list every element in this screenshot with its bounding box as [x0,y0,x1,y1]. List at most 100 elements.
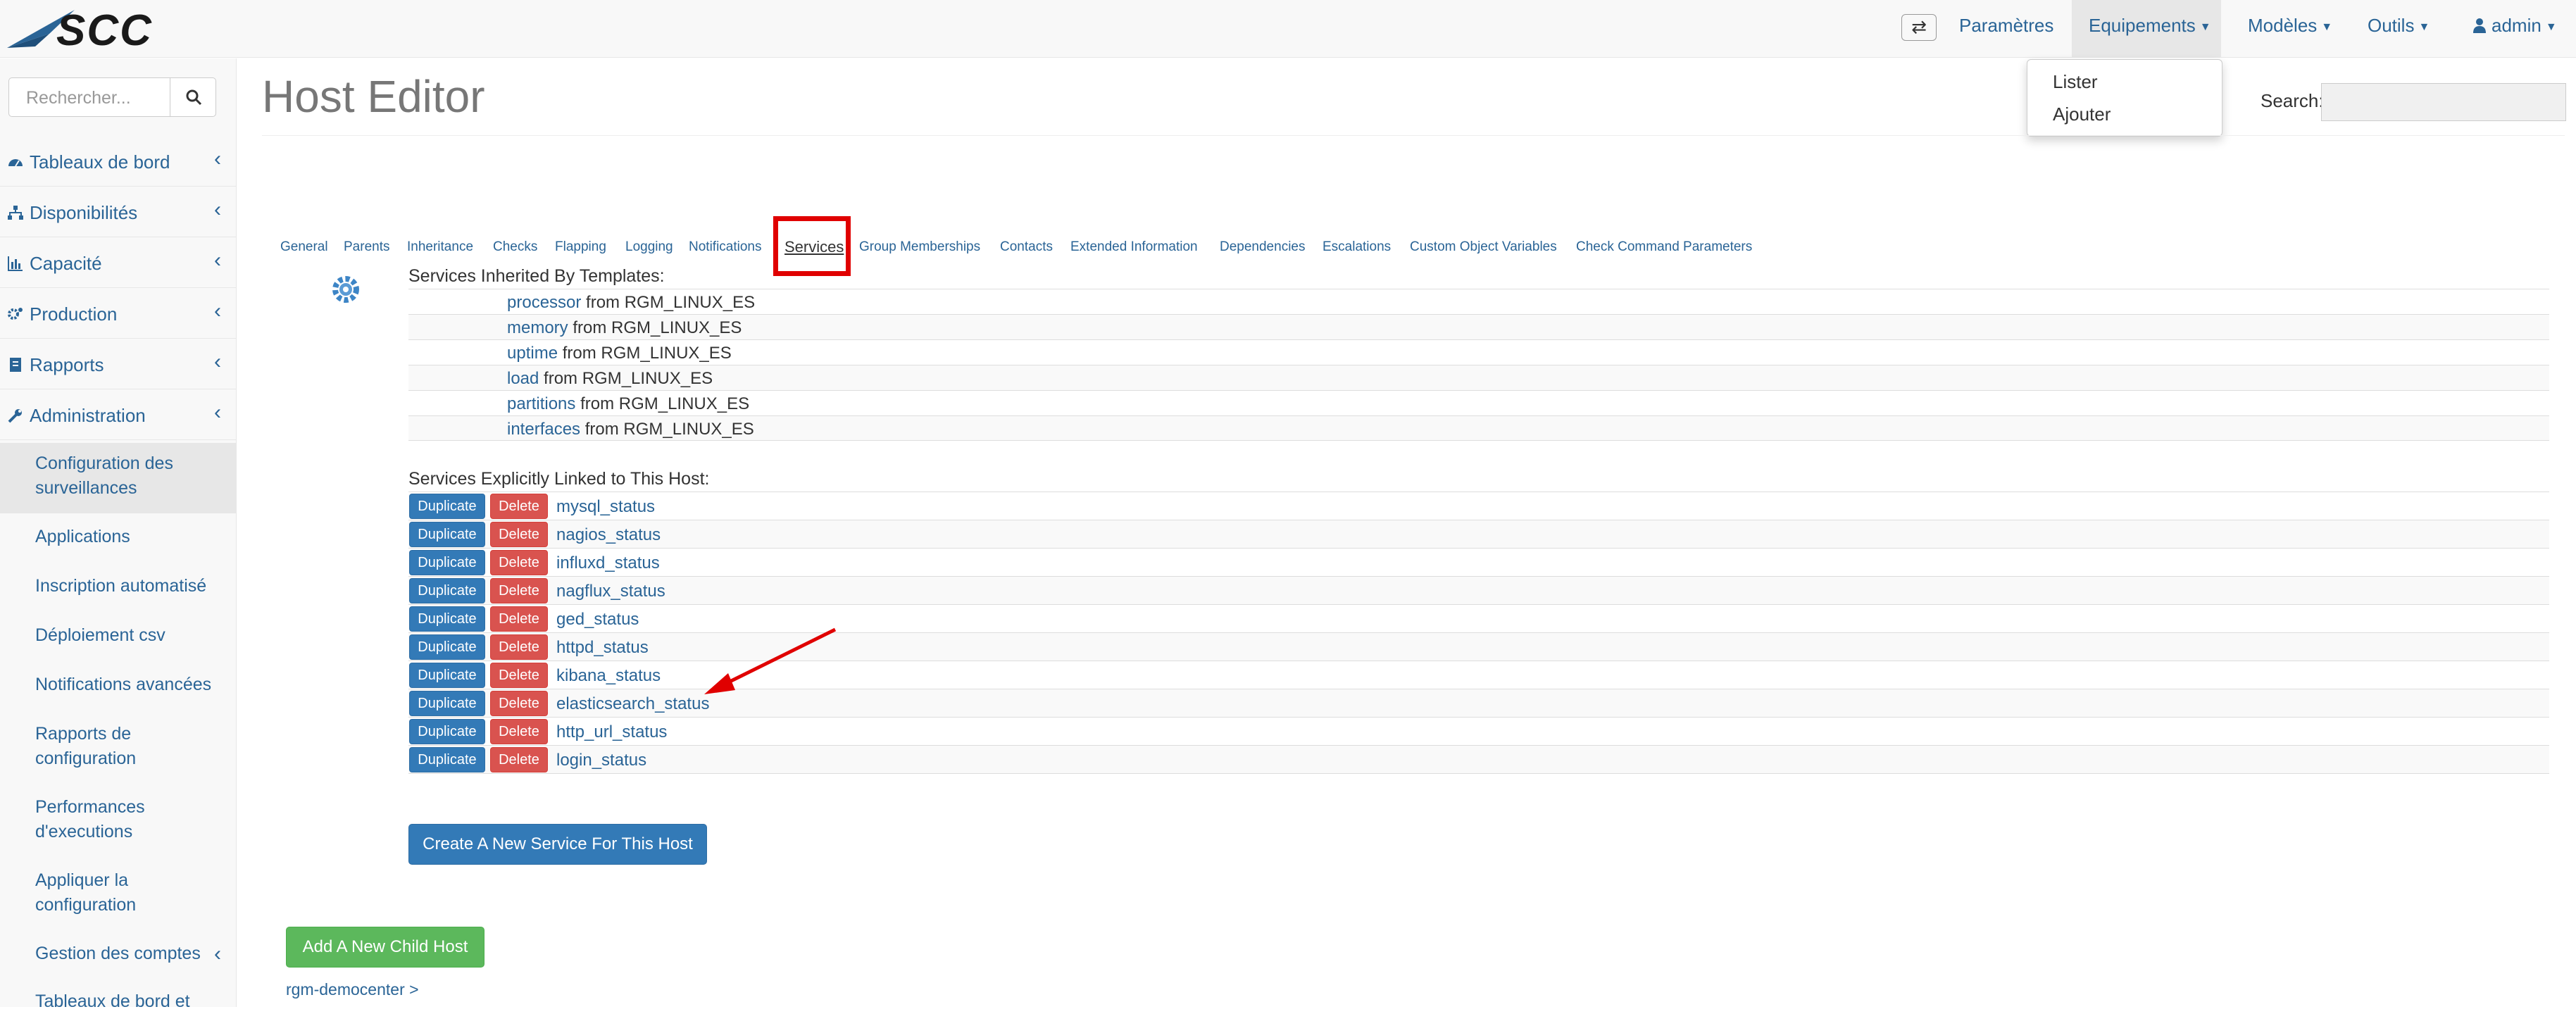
delete-button[interactable]: Delete [490,663,548,688]
delete-button[interactable]: Delete [490,494,548,519]
tab-notifications[interactable]: Notifications [689,239,762,255]
sidebar-subitem-tableaux-et[interactable]: Tableaux de bord et [0,989,237,1014]
sidebar-item-tableaux[interactable]: Tableaux de bord ‹ [0,137,237,187]
caret-down-icon: ▼ [2321,21,2333,33]
linked-service-row: Duplicate Delete nagios_status [408,520,2549,548]
tab-custom-object-variables[interactable]: Custom Object Variables [1410,239,1557,255]
sidebar-item-disponibilites[interactable]: Disponibilités ‹ [0,188,237,237]
linked-service-link[interactable]: nagios_status [556,525,661,545]
linked-service-row: Duplicate Delete influxd_status [408,548,2549,576]
create-service-button[interactable]: Create A New Service For This Host [408,824,707,865]
linked-service-link[interactable]: influxd_status [556,553,660,573]
linked-service-link[interactable]: httpd_status [556,638,649,658]
tab-extended-information[interactable]: Extended Information [1070,239,1198,255]
sidebar-subitem-label: Inscription automatisé [35,576,207,596]
duplicate-button[interactable]: Duplicate [409,719,485,744]
linked-service-row: Duplicate Delete nagflux_status [408,576,2549,604]
nav-admin[interactable]: admin ▼ [2456,0,2574,58]
duplicate-button[interactable]: Duplicate [409,550,485,575]
sidebar-item-capacite[interactable]: Capacité ‹ [0,239,237,288]
duplicate-button[interactable]: Duplicate [409,634,485,660]
delete-button[interactable]: Delete [490,550,548,575]
dropdown-item-lister[interactable]: Lister [2053,71,2098,93]
tab-checks[interactable]: Checks [493,239,537,255]
sidebar-item-rapports[interactable]: Rapports ‹ [0,340,237,389]
linked-service-link[interactable]: kibana_status [556,666,661,686]
linked-service-link[interactable]: login_status [556,751,646,770]
sidebar-subitem-performances[interactable]: Performances d'executions [0,795,197,844]
linked-service-link[interactable]: elasticsearch_status [556,694,709,714]
sidebar-subitem-appliquer[interactable]: Appliquer la configuration [0,868,197,918]
linked-service-link[interactable]: nagflux_status [556,582,665,601]
inherited-service-link[interactable]: memory [507,318,568,337]
duplicate-button[interactable]: Duplicate [409,606,485,632]
linked-service-link[interactable]: http_url_status [556,722,667,742]
sidebar-item-label: Administration [30,405,146,426]
tab-contacts[interactable]: Contacts [1000,239,1053,255]
inherited-service-link[interactable]: processor [507,293,581,312]
tab-logging[interactable]: Logging [625,239,673,255]
nav-modeles[interactable]: Modèles ▼ [2231,0,2349,58]
sidebar-subitem-inscription[interactable]: Inscription automatisé [0,574,237,599]
search-input[interactable] [2321,83,2566,121]
delete-button[interactable]: Delete [490,522,548,547]
tab-group-memberships[interactable]: Group Memberships [859,239,980,255]
tab-dependencies[interactable]: Dependencies [1220,239,1305,255]
duplicate-button[interactable]: Duplicate [409,522,485,547]
title-divider [262,135,2565,136]
inherited-service-link[interactable]: uptime [507,344,558,363]
sidebar-subitem-label: Gestion des comptes [35,944,201,963]
add-child-host-button[interactable]: Add A New Child Host [286,927,484,968]
sidebar-subitem-deploiement[interactable]: Déploiement csv [0,623,237,648]
inherited-service-link[interactable]: load [507,369,539,388]
template-name: RGM_LINUX_ES [624,293,756,312]
delete-button[interactable]: Delete [490,578,548,603]
inherited-service-link[interactable]: partitions [507,394,575,413]
sidebar-item-production[interactable]: Production ‹ [0,289,237,339]
sidebar-subitem-gestion-comptes[interactable]: Gestion des comptes ‹ [0,941,237,966]
tab-inheritance[interactable]: Inheritance [407,239,473,255]
top-navbar: SCC ⇄ Paramètres Equipements ▼ Modèles ▼ O… [0,0,2576,58]
page-title: Host Editor [262,71,485,122]
sidebar-subitem-applications[interactable]: Applications [0,525,237,549]
caret-down-icon: ▼ [2545,21,2557,33]
cogs-icon [8,308,23,320]
nav-parametres[interactable]: Paramètres [1942,0,2070,58]
dropdown-item-ajouter[interactable]: Ajouter [2053,104,2111,125]
swap-toggle-button[interactable]: ⇄ [1901,14,1937,41]
sidebar-item-administration[interactable]: Administration ‹ [0,391,237,440]
duplicate-button[interactable]: Duplicate [409,663,485,688]
duplicate-button[interactable]: Duplicate [409,494,485,519]
breadcrumb[interactable]: rgm-democenter > [286,980,419,999]
sidebar-subitem-configuration[interactable]: Configuration des surveillances [0,443,237,513]
sidebar-subitem-notifications[interactable]: Notifications avancées [0,672,237,697]
nav-outils[interactable]: Outils ▼ [2351,0,2446,58]
delete-button[interactable]: Delete [490,747,548,772]
inherited-row: load from RGM_LINUX_ES [408,365,2549,390]
delete-button[interactable]: Delete [490,606,548,632]
wrench-icon [8,409,22,423]
duplicate-button[interactable]: Duplicate [409,747,485,772]
scc-logo[interactable]: SCC [7,6,204,51]
user-icon [2473,18,2486,33]
linked-service-link[interactable]: mysql_status [556,497,655,517]
tab-flapping[interactable]: Flapping [555,239,606,255]
sitemap-icon [8,206,23,220]
delete-button[interactable]: Delete [490,719,548,744]
tab-escalations[interactable]: Escalations [1323,239,1391,255]
tab-general[interactable]: General [280,239,328,255]
sidebar-search-button[interactable] [170,77,216,117]
nav-equipements[interactable]: Equipements ▼ [2072,0,2221,58]
tab-check-command-parameters[interactable]: Check Command Parameters [1576,239,1752,255]
linked-section-title: Services Explicitly Linked to This Host: [408,469,710,489]
delete-button[interactable]: Delete [490,634,548,660]
tab-parents[interactable]: Parents [344,239,389,255]
delete-button[interactable]: Delete [490,691,548,716]
duplicate-button[interactable]: Duplicate [409,578,485,603]
duplicate-button[interactable]: Duplicate [409,691,485,716]
linked-service-link[interactable]: ged_status [556,610,639,630]
sidebar-search-input[interactable]: Rechercher... [8,77,170,117]
inherited-service-link[interactable]: interfaces [507,420,580,439]
sidebar-subitem-rapports-config[interactable]: Rapports de configuration [0,722,197,771]
nav-outils-label: Outils [2368,15,2415,36]
